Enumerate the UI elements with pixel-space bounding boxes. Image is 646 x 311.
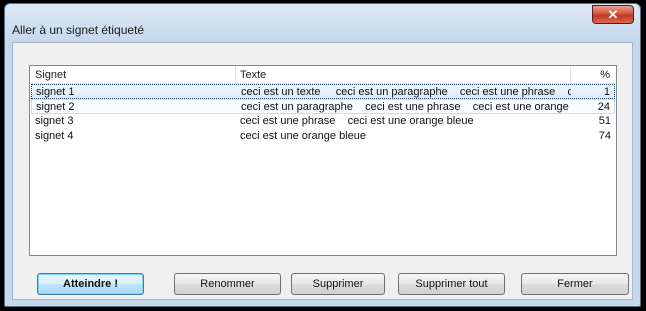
bookmark-name: signet 1 bbox=[36, 86, 75, 98]
bookmark-text: ceci est une phrase ceci est une orange … bbox=[240, 115, 474, 127]
bookmark-percent: 24 bbox=[597, 101, 610, 113]
list-item[interactable]: signet 1 ceci est un texte ceci est un p… bbox=[31, 84, 615, 99]
list-header: Signet Texte % bbox=[30, 66, 616, 84]
list-item[interactable]: signet 4 ceci est une orange bleue 74 bbox=[31, 129, 615, 144]
dialog-client-area: Signet Texte % signet 1 ceci est un text… bbox=[12, 42, 633, 300]
list-item[interactable]: signet 3 ceci est une phrase ceci est un… bbox=[31, 114, 615, 129]
bookmark-name: signet 4 bbox=[35, 130, 74, 142]
close-window-button[interactable]: ✕ bbox=[592, 5, 634, 24]
column-header-texte[interactable]: Texte bbox=[240, 69, 266, 81]
bookmark-text: ceci est un paragraphe ceci est une phra… bbox=[241, 101, 571, 113]
window-title: Aller à un signet étiqueté bbox=[12, 23, 145, 37]
delete-button[interactable]: Supprimer bbox=[291, 273, 385, 295]
rename-button[interactable]: Renommer bbox=[174, 273, 281, 295]
bookmark-name: signet 2 bbox=[36, 101, 75, 113]
delete-all-button[interactable]: Supprimer tout bbox=[398, 273, 505, 295]
bookmark-text: ceci est un texte ceci est un paragraphe… bbox=[241, 86, 571, 98]
column-separator[interactable] bbox=[235, 66, 236, 83]
bookmark-percent: 51 bbox=[598, 115, 611, 127]
column-header-signet[interactable]: Signet bbox=[35, 69, 66, 81]
list-item[interactable]: signet 2 ceci est un paragraphe ceci est… bbox=[31, 99, 615, 114]
bookmark-percent: 74 bbox=[598, 130, 611, 142]
title-bar[interactable]: Aller à un signet étiqueté ✕ bbox=[5, 4, 640, 38]
bookmark-name: signet 3 bbox=[35, 115, 74, 127]
goto-button[interactable]: Atteindre ! bbox=[37, 273, 144, 295]
column-separator[interactable] bbox=[570, 66, 571, 83]
bookmark-percent: 1 bbox=[603, 86, 610, 98]
bookmark-list[interactable]: Signet Texte % signet 1 ceci est un text… bbox=[29, 65, 617, 256]
column-header-percent[interactable]: % bbox=[600, 69, 610, 81]
close-button[interactable]: Fermer bbox=[521, 273, 629, 295]
dialog-window: Aller à un signet étiqueté ✕ Signet Text… bbox=[4, 3, 641, 307]
bookmark-text: ceci est une orange bleue bbox=[240, 130, 366, 142]
close-icon: ✕ bbox=[607, 6, 619, 22]
